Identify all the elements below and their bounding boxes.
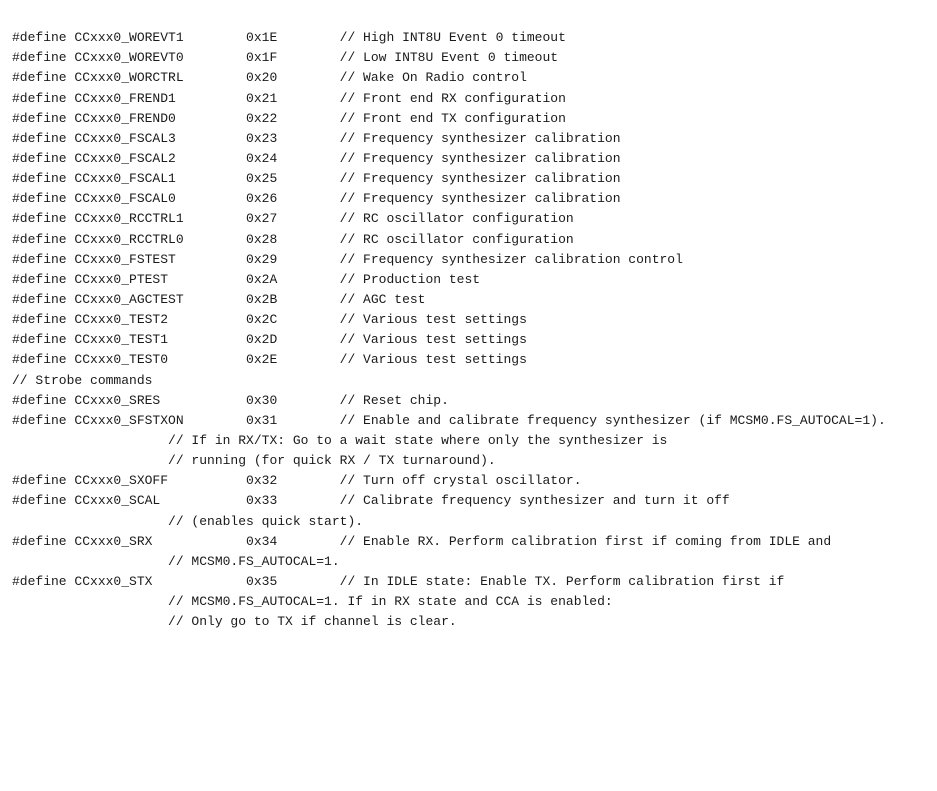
code-line: // MCSM0.FS_AUTOCAL=1. If in RX state an…	[12, 592, 925, 612]
code-line: // (enables quick start).	[12, 512, 925, 532]
code-line: // MCSM0.FS_AUTOCAL=1.	[12, 552, 925, 572]
code-line: #define CCxxx0_RCCTRL0 0x28 // RC oscill…	[12, 230, 925, 250]
code-line: #define CCxxx0_SRX 0x34 // Enable RX. Pe…	[12, 532, 925, 552]
code-line: #define CCxxx0_FSCAL0 0x26 // Frequency …	[12, 189, 925, 209]
code-line: #define CCxxx0_STX 0x35 // In IDLE state…	[12, 572, 925, 592]
code-line: #define CCxxx0_SCAL 0x33 // Calibrate fr…	[12, 491, 925, 511]
code-line: // Strobe commands	[12, 371, 925, 391]
code-line: #define CCxxx0_TEST0 0x2E // Various tes…	[12, 350, 925, 370]
code-line: // Only go to TX if channel is clear.	[12, 612, 925, 632]
code-line: #define CCxxx0_AGCTEST 0x2B // AGC test	[12, 290, 925, 310]
code-line: // If in RX/TX: Go to a wait state where…	[12, 431, 925, 451]
code-line: #define CCxxx0_TEST2 0x2C // Various tes…	[12, 310, 925, 330]
code-line: #define CCxxx0_PTEST 0x2A // Production …	[12, 270, 925, 290]
code-line: // running (for quick RX / TX turnaround…	[12, 451, 925, 471]
code-line: #define CCxxx0_RCCTRL1 0x27 // RC oscill…	[12, 209, 925, 229]
code-line: #define CCxxx0_WORCTRL 0x20 // Wake On R…	[12, 68, 925, 88]
code-line: #define CCxxx0_WOREVT0 0x1F // Low INT8U…	[12, 48, 925, 68]
code-line: #define CCxxx0_SRES 0x30 // Reset chip.	[12, 391, 925, 411]
code-line: #define CCxxx0_SXOFF 0x32 // Turn off cr…	[12, 471, 925, 491]
code-line: #define CCxxx0_FREND1 0x21 // Front end …	[12, 89, 925, 109]
code-line: #define CCxxx0_FREND0 0x22 // Front end …	[12, 109, 925, 129]
code-line: #define CCxxx0_FSTEST 0x29 // Frequency …	[12, 250, 925, 270]
code-line: #define CCxxx0_FSCAL1 0x25 // Frequency …	[12, 169, 925, 189]
code-line: #define CCxxx0_WOREVT1 0x1E // High INT8…	[12, 28, 925, 48]
code-line: #define CCxxx0_FSCAL2 0x24 // Frequency …	[12, 149, 925, 169]
code-line: #define CCxxx0_FSCAL3 0x23 // Frequency …	[12, 129, 925, 149]
code-line: #define CCxxx0_TEST1 0x2D // Various tes…	[12, 330, 925, 350]
code-line: #define CCxxx0_SFSTXON 0x31 // Enable an…	[12, 411, 925, 431]
code-content: #define CCxxx0_WOREVT1 0x1E // High INT8…	[12, 8, 925, 632]
